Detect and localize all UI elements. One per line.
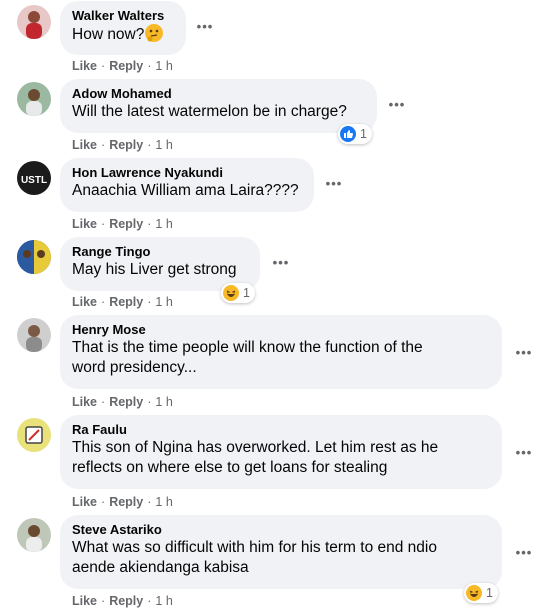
comment-author[interactable]: Walker Walters: [72, 8, 174, 24]
more-options-icon[interactable]: •••: [194, 20, 216, 34]
comment-actions: Like · Reply · 1 h: [72, 59, 173, 73]
avatar[interactable]: [17, 518, 51, 552]
reply-link[interactable]: Reply: [109, 594, 143, 608]
comment-time[interactable]: 1 h: [155, 138, 172, 152]
like-link[interactable]: Like: [72, 594, 97, 608]
like-link[interactable]: Like: [72, 295, 97, 309]
comment-time[interactable]: 1 h: [155, 495, 172, 509]
more-options-icon[interactable]: •••: [513, 546, 535, 560]
like-link[interactable]: Like: [72, 395, 97, 409]
haha-icon: [466, 585, 482, 601]
comment-text-line: This son of Ngina has overworked. Let hi…: [72, 439, 439, 456]
like-link[interactable]: Like: [72, 138, 97, 152]
comment-actions: Like · Reply · 1 h: [72, 495, 173, 509]
avatar[interactable]: [17, 5, 51, 39]
avatar[interactable]: [17, 82, 51, 116]
comment-bubble: Hon Lawrence Nyakundi Anaachia William a…: [60, 158, 314, 212]
comment-bubble: Walker Walters How now?: [60, 1, 186, 55]
comment-text: Anaachia William ama Laira????: [72, 182, 299, 199]
more-options-icon[interactable]: •••: [513, 346, 535, 360]
avatar[interactable]: [17, 240, 51, 274]
reply-link[interactable]: Reply: [109, 295, 143, 309]
like-link[interactable]: Like: [72, 495, 97, 509]
comment-actions: Like · Reply · 1 h: [72, 594, 173, 608]
comment-author[interactable]: Henry Mose: [72, 322, 490, 338]
avatar[interactable]: USTL: [17, 161, 51, 195]
comment-time[interactable]: 1 h: [155, 295, 172, 309]
comment-author[interactable]: Ra Faulu: [72, 422, 490, 438]
comment-actions: Like · Reply · 1 h: [72, 395, 173, 409]
comment-time[interactable]: 1 h: [155, 59, 172, 73]
comment-actions: Like · Reply · 1 h: [72, 295, 173, 309]
reply-link[interactable]: Reply: [109, 59, 143, 73]
reply-link[interactable]: Reply: [109, 495, 143, 509]
more-options-icon[interactable]: •••: [270, 256, 292, 270]
reply-link[interactable]: Reply: [109, 395, 143, 409]
comment-time[interactable]: 1 h: [155, 395, 172, 409]
reaction-count[interactable]: 1: [221, 283, 255, 303]
comment-text: Will the latest watermelon be in charge?: [72, 103, 347, 120]
reply-link[interactable]: Reply: [109, 138, 143, 152]
comment-text: How now?: [72, 24, 174, 45]
comment-bubble: Adow Mohamed Will the latest watermelon …: [60, 79, 377, 133]
comment-text: May his Liver get strong: [72, 261, 237, 278]
like-icon: [340, 126, 356, 142]
comment-bubble: Steve Astariko What was so difficult wit…: [60, 515, 502, 589]
reply-link[interactable]: Reply: [109, 217, 143, 231]
comment-author[interactable]: Adow Mohamed: [72, 86, 365, 102]
comment-actions: Like · Reply · 1 h: [72, 217, 173, 231]
comment-text-line: aende akiendanga kabisa: [72, 559, 249, 576]
comment-text-line: reflects on where else to get loans for …: [72, 459, 388, 476]
avatar[interactable]: [17, 318, 51, 352]
reaction-count[interactable]: 1: [464, 583, 498, 603]
reaction-count[interactable]: 1: [338, 124, 372, 144]
haha-icon: [223, 285, 239, 301]
comment-bubble: Ra Faulu This son of Ngina has overworke…: [60, 415, 502, 489]
comment-text-line: What was so difficult with him for his t…: [72, 539, 437, 556]
avatar-text: USTL: [21, 175, 47, 186]
like-link[interactable]: Like: [72, 59, 97, 73]
comment-time[interactable]: 1 h: [155, 594, 172, 608]
comment-bubble: Henry Mose That is the time people will …: [60, 315, 502, 389]
comment-time[interactable]: 1 h: [155, 217, 172, 231]
comment-author[interactable]: Hon Lawrence Nyakundi: [72, 165, 302, 181]
comment-author[interactable]: Range Tingo: [72, 244, 248, 260]
comment-text-line: That is the time people will know the fu…: [72, 339, 423, 356]
comment-actions: Like · Reply · 1 h: [72, 138, 173, 152]
more-options-icon[interactable]: •••: [513, 446, 535, 460]
comment-author[interactable]: Steve Astariko: [72, 522, 490, 538]
avatar[interactable]: [17, 418, 51, 452]
comment-text-line: word presidency...: [72, 359, 197, 376]
like-link[interactable]: Like: [72, 217, 97, 231]
more-options-icon[interactable]: •••: [323, 177, 345, 191]
thinking-face-icon: [145, 24, 164, 42]
more-options-icon[interactable]: •••: [386, 98, 408, 112]
